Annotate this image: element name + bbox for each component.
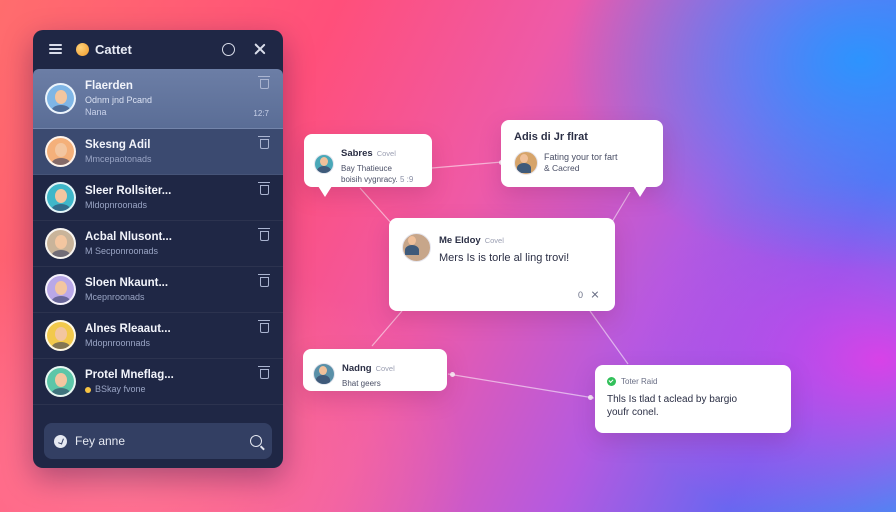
sender-name: Sabres [341, 148, 373, 159]
chat-item[interactable]: Acbal Nlusont... M Secponroonads [33, 221, 283, 267]
chat-list: Flaerden Odnm jnd Pcand Nana 12:7 Skesng… [33, 69, 283, 405]
status-button[interactable] [219, 40, 237, 58]
chat-name: Acbal Nlusont... [85, 231, 172, 243]
chat-item[interactable]: Protel Mneflag... BSkay fvone [33, 359, 283, 405]
chat-panel: Cattet Flaerden Odnm jnd Pcand Nana 12:7… [33, 30, 283, 468]
avatar [45, 274, 76, 305]
avatar [45, 182, 76, 213]
chat-preview: Mdopnroonnads [85, 338, 151, 348]
chat-item[interactable]: Flaerden Odnm jnd Pcand Nana 12:7 [33, 69, 283, 129]
delete-icon[interactable] [258, 228, 270, 241]
chat-preview: Mmcepaotonads [85, 154, 152, 164]
delete-icon[interactable] [258, 320, 270, 333]
message-card[interactable]: Adis di Jr flrat Fating your tor fart & … [501, 120, 663, 197]
notification-text: youfr conel. [607, 407, 659, 418]
delete-icon[interactable] [258, 366, 270, 379]
delete-icon[interactable] [258, 136, 270, 149]
chat-preview-secondary: Nana [85, 107, 107, 117]
message-text: & Cacred [544, 163, 580, 173]
message-text: Mers Is is torle al ling trovi! [439, 252, 570, 264]
chat-name: Sleer Rollsiter... [85, 185, 172, 197]
chat-name: Protel Mneflag... [85, 369, 174, 381]
avatar [514, 151, 538, 175]
app-logo-icon [76, 42, 89, 56]
delete-icon[interactable] [258, 274, 270, 287]
chat-item[interactable]: Sleer Rollsiter... Mldopnroonads [33, 175, 283, 221]
avatar [314, 154, 334, 174]
chat-preview: Mcepnroonads [85, 292, 145, 302]
message-card[interactable]: Me Eldoy Covel Mers Is is torle al ling t… [389, 218, 615, 311]
notification-card[interactable]: Toter Raid Thls Is tlad t aclead by barg… [595, 365, 791, 433]
notification-text: Thls Is tlad t aclead by bargio [607, 394, 738, 405]
chat-preview-text: BSkay fvone [95, 384, 146, 394]
search-input[interactable] [75, 434, 250, 448]
sender-name: Nadng [342, 363, 372, 374]
sender-label: Covel [376, 149, 396, 158]
chat-name: Skesng Adil [85, 139, 151, 151]
bubble-tail [318, 186, 332, 197]
panel-header: Cattet [33, 30, 283, 68]
chat-name: Flaerden [85, 80, 133, 92]
emoji-icon[interactable] [54, 434, 67, 448]
close-button[interactable] [251, 40, 269, 58]
chat-preview: BSkay fvone [85, 384, 271, 394]
avatar [45, 366, 76, 397]
sender-label: Covel [484, 236, 504, 245]
connector-node [588, 395, 593, 400]
avatar [45, 136, 76, 167]
check-icon [607, 377, 616, 386]
delete-icon[interactable] [258, 76, 270, 89]
message-time: 5 :9 [400, 175, 414, 184]
avatar [402, 232, 431, 262]
message-card[interactable]: Sabres Covel Bay Thatieuce boisih vygnrac… [304, 134, 432, 197]
chat-time: 12:7 [253, 109, 269, 118]
bubble-tail [633, 186, 647, 197]
search-bar [44, 423, 272, 459]
message-text: Bay Thatieuce [341, 164, 392, 173]
message-text: Bhat geers [342, 379, 381, 388]
chat-name: Sloen Nkaunt... [85, 277, 169, 289]
online-status-dot [85, 386, 91, 393]
message-text: boisih vygnracy. 5 :9 [341, 174, 413, 185]
notification-title: Toter Raid [621, 377, 658, 386]
delete-icon[interactable] [258, 182, 270, 195]
chat-item[interactable]: Sloen Nkaunt... Mcepnroonads [33, 267, 283, 313]
chat-preview: Odnm jnd Pcand [85, 95, 153, 105]
avatar [45, 83, 76, 114]
app-title: Cattet [95, 41, 132, 57]
chat-item[interactable]: Alnes Rleaaut... Mdopnroonnads [33, 313, 283, 359]
sender-name: Me Eldoy [439, 235, 481, 246]
chat-name: Alnes Rleaaut... [85, 323, 171, 335]
connector-node [450, 372, 455, 377]
chat-preview: Mldopnroonads [85, 200, 148, 210]
avatar [313, 362, 335, 385]
avatar [45, 228, 76, 259]
sender-label: Covel [375, 364, 395, 373]
message-text-line: boisih vygnracy. [341, 175, 398, 184]
chat-preview: M Secponroonads [85, 246, 159, 256]
chat-item[interactable]: Skesng Adil Mmcepaotonads [33, 129, 283, 175]
card-title: Adis di Jr flrat [514, 131, 588, 143]
close-icon [254, 43, 266, 55]
avatar [45, 320, 76, 351]
reaction-count: 0 [577, 290, 583, 300]
message-card[interactable]: Nadng Covel Bhat geers [303, 349, 447, 391]
circle-icon [221, 42, 235, 56]
menu-icon[interactable] [49, 44, 62, 54]
message-text: Fating your tor fart [544, 152, 618, 162]
expand-icon[interactable] [591, 291, 599, 299]
search-icon[interactable] [250, 435, 262, 447]
